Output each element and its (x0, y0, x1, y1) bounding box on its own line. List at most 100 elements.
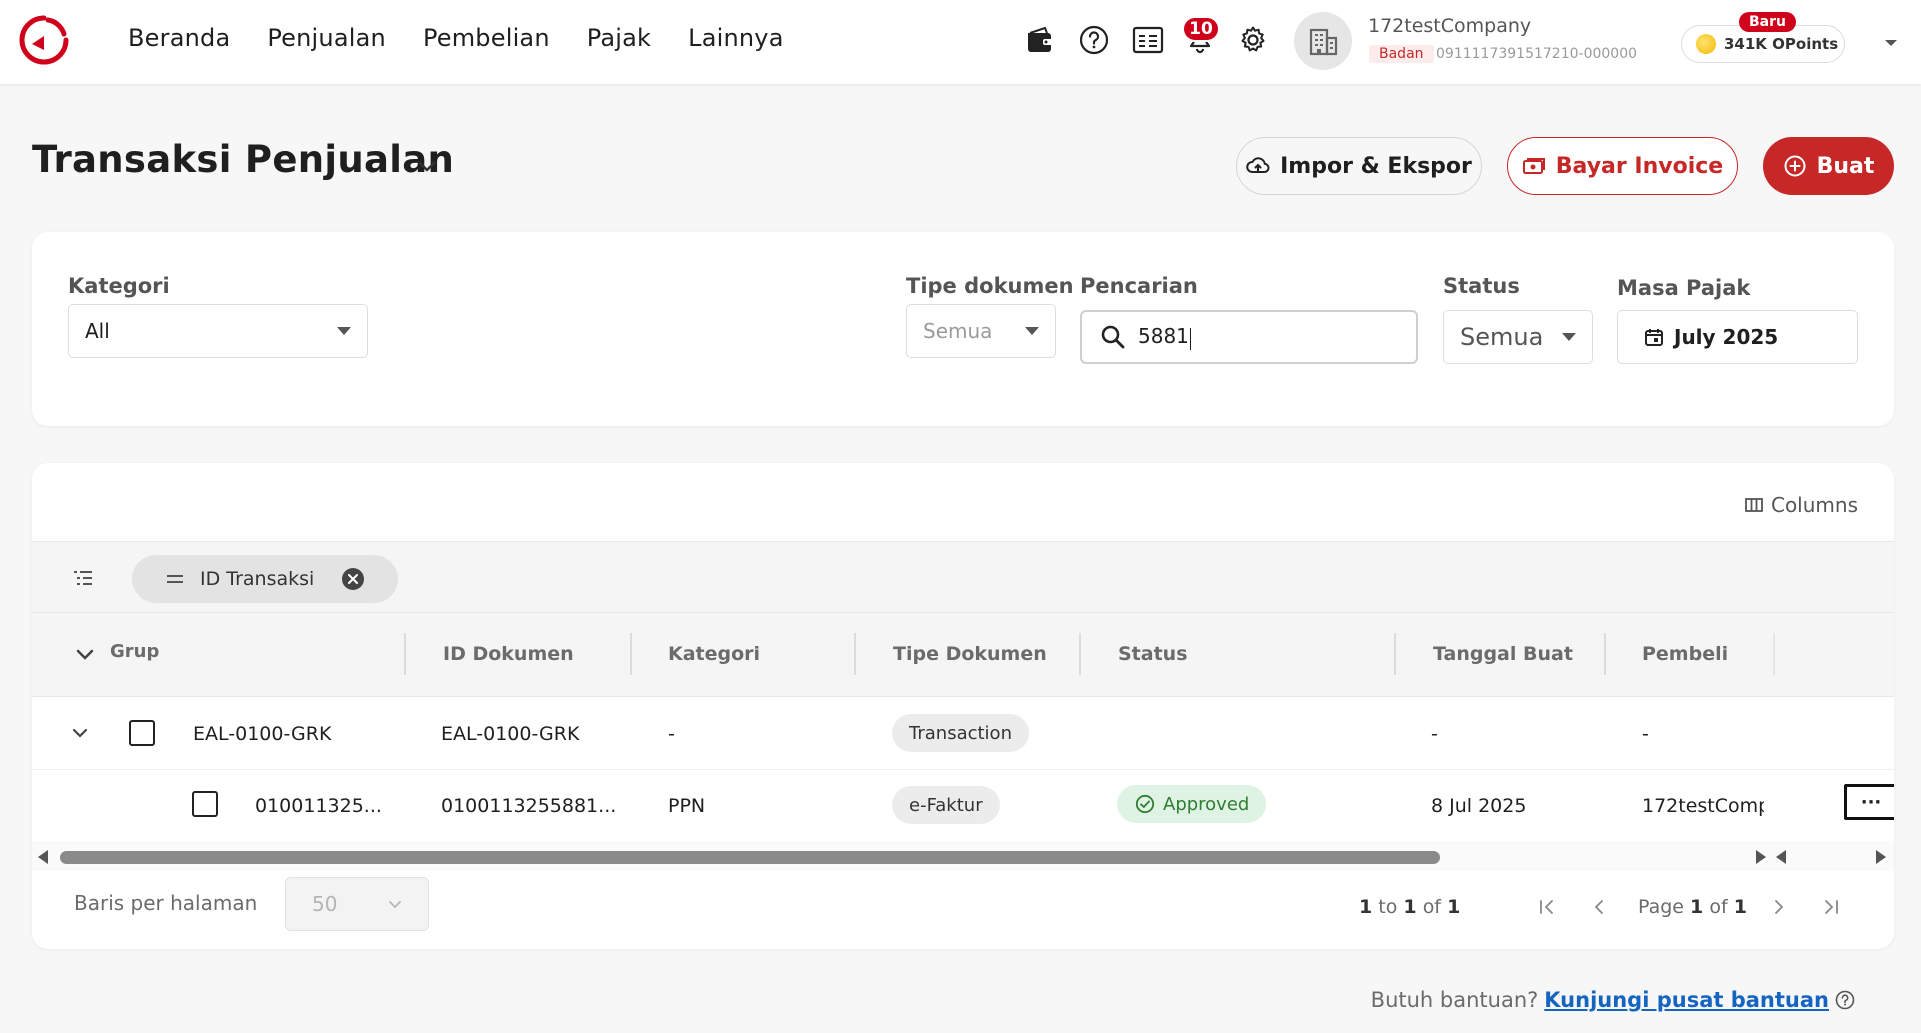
cell-id-dokumen[interactable]: 0100113255881... (441, 795, 616, 817)
row-checkbox[interactable] (192, 791, 218, 817)
help-footer: Butuh bantuan? Kunjungi pusat bantuan (1371, 988, 1855, 1012)
cell-pembeli: - (1642, 723, 1649, 745)
kategori-label: Kategori (68, 274, 170, 298)
import-export-label: Impor & Ekspor (1280, 153, 1472, 179)
calendar-icon (1645, 329, 1663, 346)
row-checkbox[interactable] (129, 720, 155, 746)
cell-tanggal: - (1431, 723, 1438, 745)
scroll-right-icon[interactable] (1756, 850, 1766, 864)
status-label: Approved (1163, 793, 1250, 815)
help-circle-icon[interactable] (1077, 23, 1111, 57)
table-card: Columns ID Transaksi Grup ID Dokumen Kat… (32, 463, 1894, 949)
help-text: Butuh bantuan? (1370, 988, 1539, 1012)
top-bar: Beranda Penjualan Pembelian Pajak Lainny… (0, 0, 1921, 84)
chevron-down-icon (389, 901, 401, 909)
chevron-down-icon[interactable] (76, 649, 94, 661)
caret-down-icon (1025, 327, 1039, 335)
import-export-button[interactable]: Impor & Ekspor (1236, 137, 1482, 195)
last-page-icon[interactable] (1816, 892, 1846, 922)
tipe-dokumen-value: Semua (923, 319, 993, 343)
chevron-down-icon[interactable] (416, 155, 438, 177)
help-center-link[interactable]: Kunjungi pusat bantuan (1544, 988, 1829, 1012)
col-grup[interactable]: Grup (110, 641, 159, 662)
cell-grup: EAL-0100-GRK (193, 723, 332, 745)
company-npwp: 0911117391517210-000000 (1436, 46, 1638, 62)
column-resize-handle[interactable] (1394, 633, 1396, 675)
status-label: Status (1443, 274, 1520, 298)
horizontal-scrollbar[interactable] (32, 841, 1894, 871)
table-row[interactable]: 010011325... 0100113255881... PPN e-Fakt… (32, 770, 1894, 842)
chevron-down-icon[interactable] (1882, 34, 1900, 52)
scroll-left-icon[interactable] (1776, 850, 1786, 864)
company-name: 172testCompany (1368, 15, 1532, 37)
status-badge: Approved (1117, 785, 1267, 823)
col-tipe-dokumen[interactable]: Tipe Dokumen (893, 643, 1047, 665)
first-page-icon[interactable] (1532, 892, 1562, 922)
rows-per-page-label: Baris per halaman (74, 891, 258, 915)
caret-down-icon (337, 327, 351, 335)
invoice-list-icon[interactable] (1131, 23, 1165, 57)
column-resize-handle[interactable] (404, 633, 406, 675)
col-id-dokumen[interactable]: ID Dokumen (443, 643, 574, 665)
new-badge: Baru (1739, 12, 1796, 32)
coin-icon (1696, 34, 1716, 54)
company-avatar[interactable] (1294, 12, 1352, 70)
group-list-icon[interactable] (72, 568, 94, 588)
masa-pajak-value: July 2025 (1674, 325, 1779, 349)
cell-kategori: PPN (668, 795, 706, 817)
column-resize-handle[interactable] (1079, 633, 1081, 675)
columns-label: Columns (1770, 493, 1858, 517)
table-group-row[interactable]: EAL-0100-GRK EAL-0100-GRK - Transaction … (32, 698, 1894, 770)
col-status[interactable]: Status (1118, 643, 1188, 665)
cell-tanggal: 8 Jul 2025 (1431, 795, 1527, 817)
search-label: Pencarian (1080, 274, 1198, 298)
chip-remove-icon[interactable] (342, 568, 364, 590)
row-actions-button[interactable]: ··· (1844, 784, 1894, 820)
page-title: Transaksi Penjualan (32, 138, 455, 181)
col-kategori[interactable]: Kategori (668, 643, 760, 665)
scroll-left-icon[interactable] (38, 850, 48, 864)
row-group-bar: ID Transaksi (32, 541, 1894, 613)
search-input[interactable]: 5881 (1080, 310, 1418, 364)
help-circle-icon[interactable] (1835, 990, 1855, 1010)
tipe-dokumen-select[interactable]: Semua (906, 304, 1056, 358)
cell-tipe-tag: e-Faktur (892, 786, 1000, 824)
col-tanggal-buat[interactable]: Tanggal Buat (1433, 643, 1573, 665)
status-select[interactable]: Semua (1443, 310, 1593, 364)
nav-pembelian[interactable]: Pembelian (423, 24, 550, 52)
chevron-down-icon[interactable] (72, 728, 88, 740)
rows-per-page-select[interactable]: 50 (285, 877, 429, 931)
column-resize-handle[interactable] (854, 633, 856, 675)
points-value: 341K OPoints (1724, 35, 1839, 53)
cash-icon (1522, 158, 1545, 174)
pay-invoice-button[interactable]: Bayar Invoice (1507, 137, 1738, 195)
pagination-range: 1 to 1 of 1 (1359, 896, 1461, 918)
previous-page-icon[interactable] (1584, 892, 1614, 922)
cell-grup: 010011325... (255, 795, 382, 817)
kategori-value: All (85, 319, 110, 343)
scroll-right-icon[interactable] (1876, 850, 1886, 864)
create-button[interactable]: Buat (1763, 137, 1894, 195)
brand-logo-icon[interactable] (18, 14, 70, 66)
page-indicator: Page 1 of 1 (1638, 896, 1747, 918)
wallet-icon[interactable] (1023, 23, 1057, 57)
nav-lainnya[interactable]: Lainnya (688, 24, 783, 52)
gear-icon[interactable] (1236, 23, 1270, 57)
nav-beranda[interactable]: Beranda (128, 24, 230, 52)
nav-pajak[interactable]: Pajak (587, 24, 651, 52)
next-page-icon[interactable] (1764, 892, 1794, 922)
nav-penjualan[interactable]: Penjualan (267, 24, 386, 52)
scrollbar-thumb[interactable] (60, 851, 1440, 864)
columns-button[interactable]: Columns (1745, 493, 1858, 517)
column-resize-handle[interactable] (1604, 633, 1606, 675)
group-chip[interactable]: ID Transaksi (132, 555, 398, 603)
drag-handle-icon (167, 575, 183, 583)
column-resize-handle[interactable] (630, 633, 632, 675)
search-value: 5881 (1138, 324, 1189, 349)
col-pembeli[interactable]: Pembeli (1642, 643, 1728, 665)
building-icon (1309, 28, 1338, 56)
cell-tipe-tag: Transaction (892, 714, 1029, 752)
masa-pajak-picker[interactable]: July 2025 (1617, 310, 1858, 364)
cell-id-dokumen: EAL-0100-GRK (441, 723, 580, 745)
kategori-select[interactable]: All (68, 304, 368, 358)
